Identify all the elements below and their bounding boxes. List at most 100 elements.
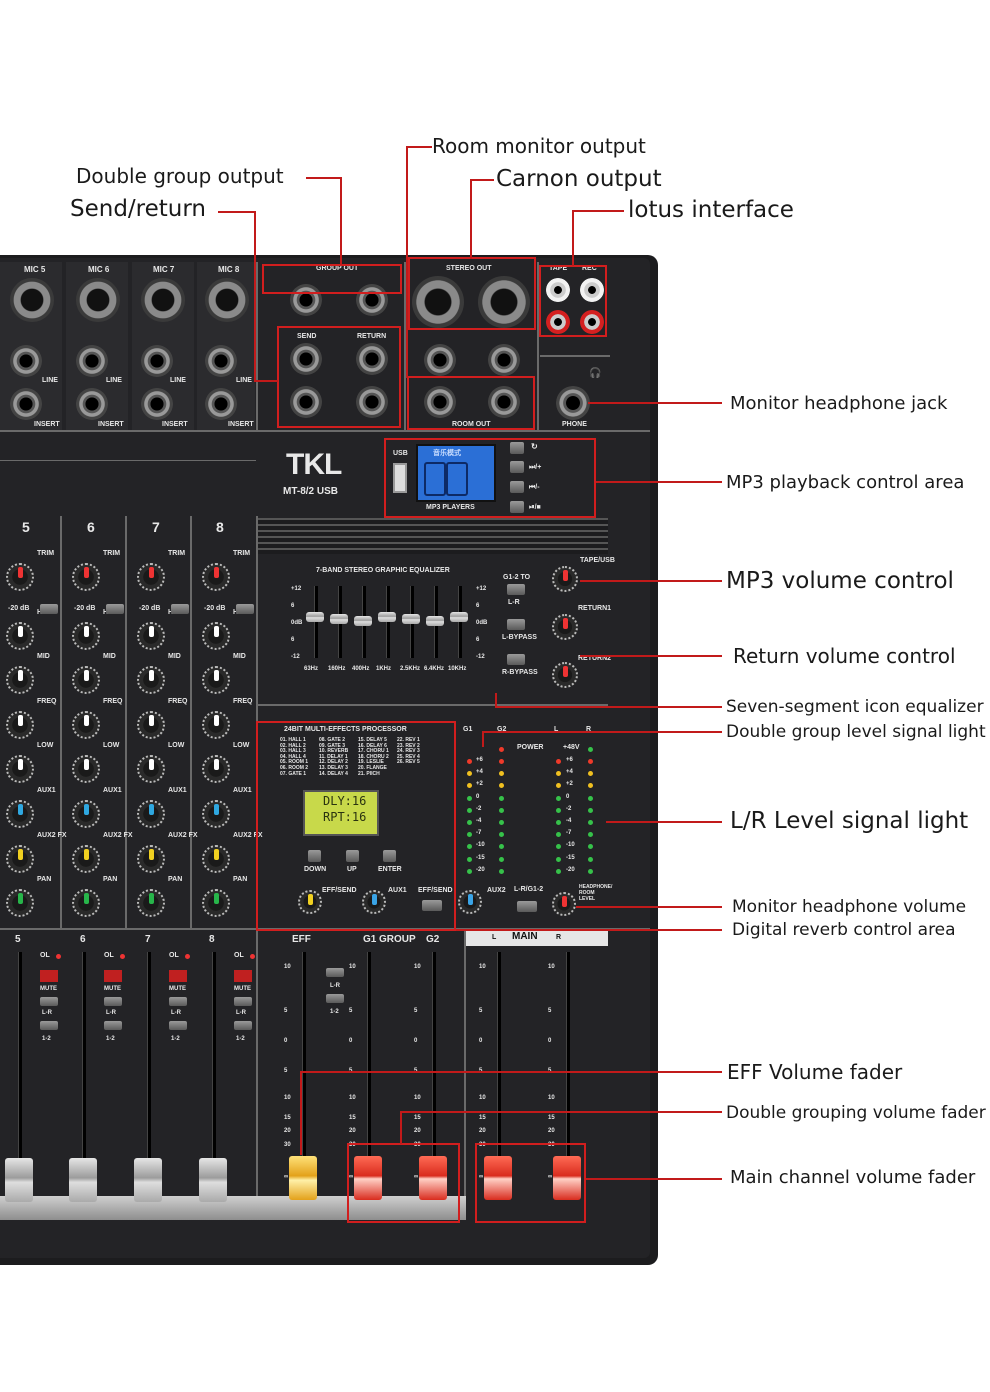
insert-jack[interactable] — [10, 388, 42, 420]
knob-label: LOW — [168, 742, 185, 749]
geq-fader-cap[interactable] — [402, 614, 420, 624]
return1-knob[interactable] — [552, 614, 578, 640]
channel-knob[interactable] — [202, 845, 230, 873]
channel-knob[interactable] — [72, 755, 100, 783]
channel-knob[interactable] — [137, 711, 165, 739]
r-bypass-button[interactable] — [507, 654, 525, 665]
pad-button[interactable] — [236, 604, 254, 614]
headphone-room-knob[interactable] — [552, 892, 576, 916]
channel-knob[interactable] — [137, 755, 165, 783]
xlr-input[interactable] — [141, 278, 185, 322]
fader-scale-label: 5 — [284, 1068, 288, 1074]
channel-knob[interactable] — [72, 563, 100, 591]
channel-knob[interactable] — [202, 666, 230, 694]
channel-knob[interactable] — [72, 800, 100, 828]
g2-label: G2 — [426, 934, 440, 945]
line-jack[interactable] — [141, 345, 173, 377]
stereo-out-jack-l[interactable] — [424, 344, 456, 376]
channel-knob[interactable] — [137, 889, 165, 917]
mute-button[interactable] — [40, 970, 58, 982]
xlr-input[interactable] — [10, 278, 54, 322]
channel-fader-5[interactable] — [5, 1158, 33, 1202]
channel-knob[interactable] — [202, 711, 230, 739]
channel-knob[interactable] — [202, 622, 230, 650]
channel-fader-6[interactable] — [69, 1158, 97, 1202]
pad-button[interactable] — [40, 604, 58, 614]
xlr-input[interactable] — [205, 278, 249, 322]
xlr-input[interactable] — [76, 278, 120, 322]
geq-fader-cap[interactable] — [306, 612, 324, 622]
channel-knob[interactable] — [137, 563, 165, 591]
geq-scale-label: 6 — [291, 637, 295, 643]
aux2-master-knob[interactable] — [458, 890, 482, 914]
channel-knob[interactable] — [6, 800, 34, 828]
channel-knob[interactable] — [72, 889, 100, 917]
group-assign-button[interactable] — [104, 1021, 122, 1030]
mute-button[interactable] — [234, 970, 252, 982]
channel-knob[interactable] — [202, 800, 230, 828]
channel-knob[interactable] — [137, 666, 165, 694]
stereo-out-jack-r[interactable] — [488, 344, 520, 376]
fader-scale-label: 5 — [349, 1008, 353, 1014]
channel-knob[interactable] — [72, 666, 100, 694]
pad-button[interactable] — [171, 604, 189, 614]
line-jack[interactable] — [10, 345, 42, 377]
fader-scale-label: 10 — [414, 964, 421, 970]
lr-assign-button[interactable] — [234, 997, 252, 1006]
eff-lr-button[interactable] — [326, 968, 344, 977]
channel-knob[interactable] — [137, 800, 165, 828]
channel-knob[interactable] — [137, 622, 165, 650]
lr-g12-button[interactable] — [517, 901, 537, 912]
geq-fader-cap[interactable] — [330, 614, 348, 624]
channel-knob[interactable] — [6, 889, 34, 917]
geq-fader-cap[interactable] — [378, 612, 396, 622]
phone-jack[interactable] — [556, 386, 590, 420]
line-jack[interactable] — [205, 345, 237, 377]
line-jack[interactable] — [76, 345, 108, 377]
geq-freq-label: 63Hz — [304, 666, 319, 672]
channel-knob[interactable] — [137, 845, 165, 873]
channel-knob[interactable] — [72, 711, 100, 739]
eff-fader[interactable] — [289, 1156, 317, 1200]
pad-label: -20 dB — [8, 605, 30, 612]
channel-knob[interactable] — [202, 889, 230, 917]
return2-knob[interactable] — [552, 662, 578, 688]
mute-button[interactable] — [104, 970, 122, 982]
geq-fader-cap[interactable] — [450, 612, 468, 622]
group-assign-button[interactable] — [40, 1021, 58, 1030]
channel-fader-7[interactable] — [134, 1158, 162, 1202]
fader-scale-label: 15 — [349, 1115, 356, 1121]
mute-button[interactable] — [169, 970, 187, 982]
g12-to-lr-button[interactable] — [507, 584, 525, 595]
channel-fader-8[interactable] — [199, 1158, 227, 1202]
channel-knob[interactable] — [202, 563, 230, 591]
channel-knob[interactable] — [6, 622, 34, 650]
insert-jack[interactable] — [205, 388, 237, 420]
group-assign-button[interactable] — [169, 1021, 187, 1030]
ol-led — [185, 954, 190, 959]
channel-knob[interactable] — [72, 845, 100, 873]
mute-label: MUTE — [40, 986, 57, 992]
fader-scale-label: 15 — [414, 1115, 421, 1121]
channel-knob[interactable] — [72, 622, 100, 650]
group-assign-button[interactable] — [234, 1021, 252, 1030]
lr-assign-button[interactable] — [169, 997, 187, 1006]
tape-usb-knob[interactable] — [552, 566, 578, 592]
pad-button[interactable] — [106, 604, 124, 614]
channel-knob[interactable] — [6, 755, 34, 783]
lr-assign-button[interactable] — [104, 997, 122, 1006]
channel-knob[interactable] — [6, 563, 34, 591]
lr-assign-button[interactable] — [40, 997, 58, 1006]
l-bypass-button[interactable] — [507, 619, 525, 630]
insert-jack[interactable] — [76, 388, 108, 420]
eff-group-button[interactable] — [326, 994, 344, 1003]
channel-knob[interactable] — [6, 711, 34, 739]
channel-knob[interactable] — [6, 666, 34, 694]
geq-fader-cap[interactable] — [426, 616, 444, 626]
fader-scale-label: 20 — [414, 1128, 421, 1134]
geq-fader-cap[interactable] — [354, 616, 372, 626]
channel-knob[interactable] — [6, 845, 34, 873]
insert-jack[interactable] — [141, 388, 173, 420]
channel-knob[interactable] — [202, 755, 230, 783]
line-label: LINE — [236, 377, 252, 384]
